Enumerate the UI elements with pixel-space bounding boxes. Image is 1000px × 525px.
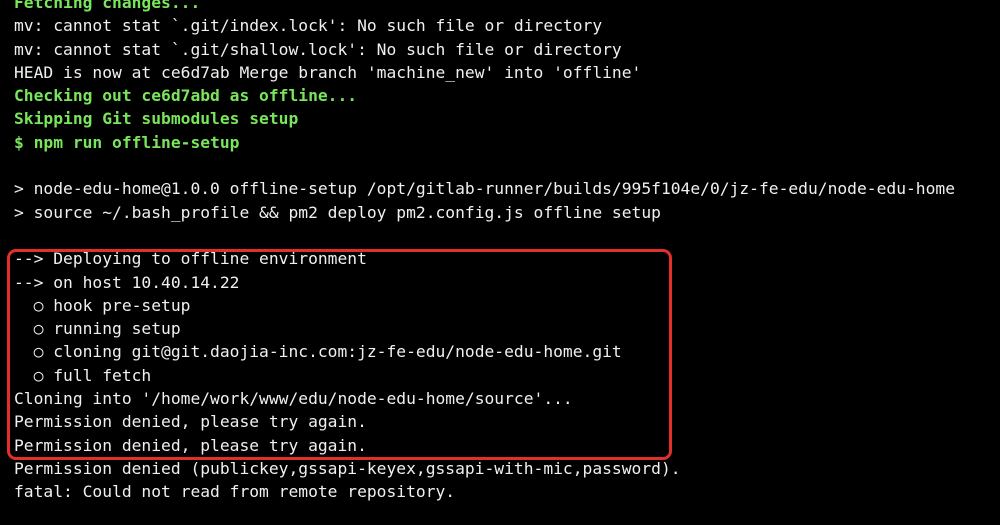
- deploy-step-fetch: ○ full fetch: [14, 365, 152, 385]
- permission-denied-line: Permission denied, please try again.: [14, 435, 367, 455]
- clone-path-line: Cloning into '/home/work/www/edu/node-ed…: [14, 389, 573, 409]
- deploy-step-cloning: ○ cloning git@git.daojia-inc.com:jz-fe-e…: [14, 342, 622, 362]
- command-line-npm: $ npm run offline-setup: [14, 132, 240, 152]
- terminal-window[interactable]: Fetching changes... mv: cannot stat `.gi…: [0, 0, 1000, 525]
- error-line-index-lock: mv: cannot stat `.git/index.lock': No su…: [14, 16, 603, 36]
- deploy-step-setup: ○ running setup: [14, 319, 181, 339]
- deploy-line-host: --> on host 10.40.14.22: [14, 272, 240, 292]
- head-info-line: HEAD is now at ce6d7ab Merge branch 'mac…: [14, 62, 642, 82]
- status-line-fetching: Fetching changes...: [14, 0, 201, 12]
- npm-script-line: > node-edu-home@1.0.0 offline-setup /opt…: [14, 179, 956, 199]
- deploy-line-environment: --> Deploying to offline environment: [14, 249, 367, 269]
- permission-denied-line: Permission denied, please try again.: [14, 412, 367, 432]
- npm-command-line: > source ~/.bash_profile && pm2 deploy p…: [14, 202, 661, 222]
- permission-denied-detail-line: Permission denied (publickey,gssapi-keye…: [14, 458, 681, 478]
- deploy-step-hook: ○ hook pre-setup: [14, 295, 191, 315]
- error-line-shallow-lock: mv: cannot stat `.git/shallow.lock': No …: [14, 39, 622, 59]
- terminal-output: Fetching changes... mv: cannot stat `.gi…: [14, 0, 994, 504]
- status-line-checkout: Checking out ce6d7abd as offline...: [14, 86, 358, 106]
- status-line-submodules: Skipping Git submodules setup: [14, 109, 299, 129]
- fatal-error-line: fatal: Could not read from remote reposi…: [14, 482, 456, 502]
